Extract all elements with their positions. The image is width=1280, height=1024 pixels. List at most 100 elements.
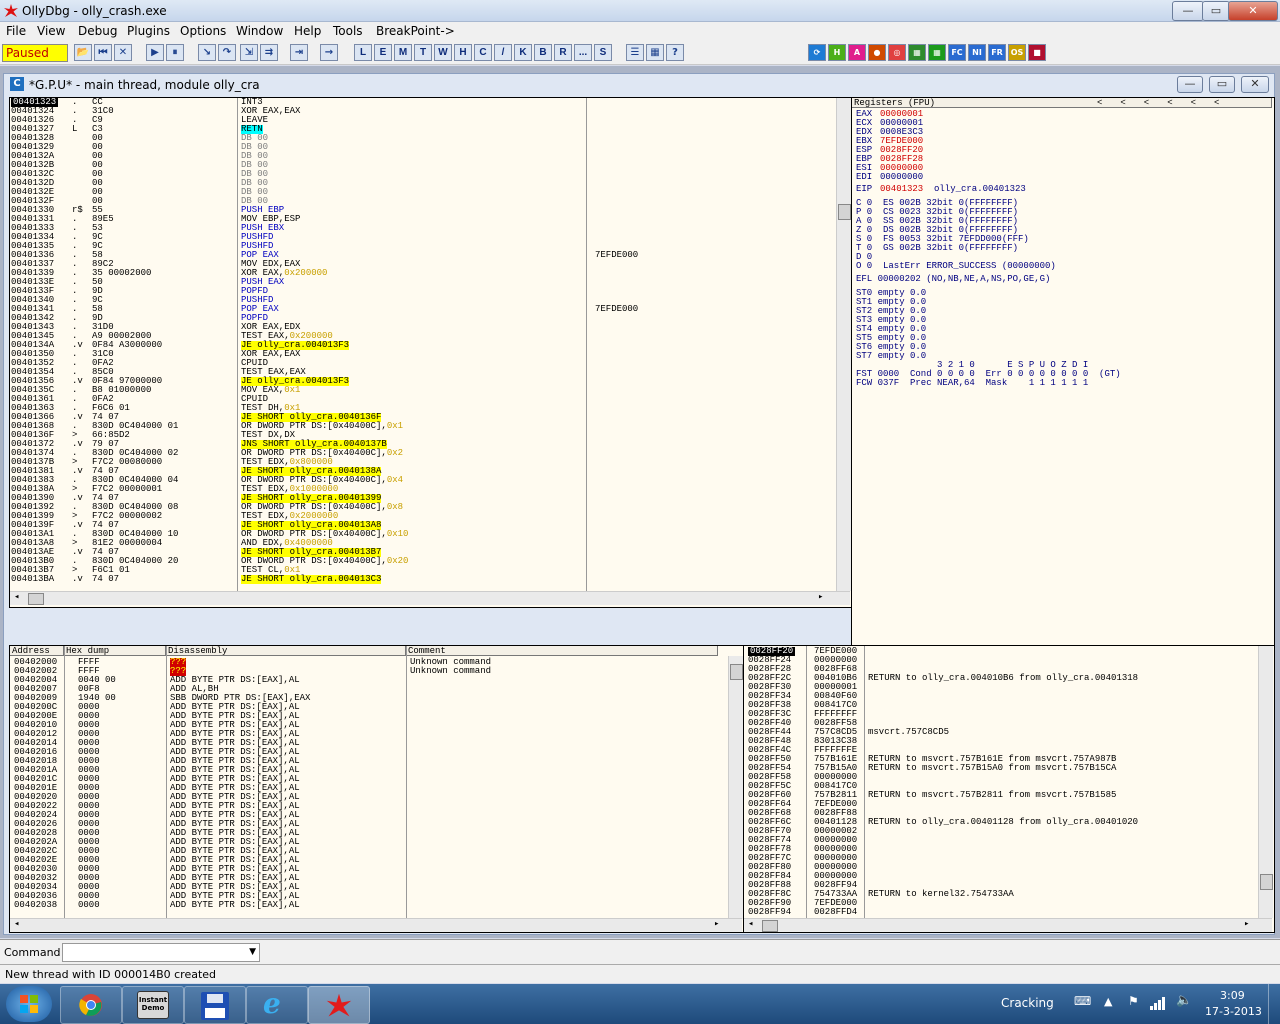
registers-nav-arrows[interactable]: <<<<<< — [1097, 98, 1237, 108]
disasm-row[interactable]: 0040132F 00 DB 00 — [10, 197, 836, 206]
show-hidden-icons-icon[interactable]: ▲ — [1104, 995, 1112, 1008]
disasm-row[interactable]: 004013A8 >81E2 00000004 AND EDX,0x4000000 — [10, 539, 836, 548]
window-button-6[interactable]: C — [474, 44, 492, 61]
disasm-row[interactable]: 00401363. F6C6 01 TEST DH,0x1 — [10, 404, 836, 413]
disasm-row[interactable]: 00401368. 830D 0C404000 01 OR DWORD PTR DS… — [10, 422, 836, 431]
execute-till-return-icon[interactable]: ⇥ — [290, 44, 308, 61]
dump-header-address[interactable]: Address — [10, 646, 64, 656]
dump-header-hex-dump[interactable]: Hex dump — [64, 646, 166, 656]
dump-row[interactable]: 0040201C 0000 ADD BYTE PTR DS:[EAX],AL — [10, 775, 726, 784]
window-button-10[interactable]: R — [554, 44, 572, 61]
disasm-row[interactable]: 00401331. 89E5 MOV EBP,ESP — [10, 215, 836, 224]
volume-icon[interactable]: 🔈 — [1176, 993, 1192, 1008]
disasm-row[interactable]: 00401352. 0FA2 CPUID — [10, 359, 836, 368]
os-icon[interactable]: OS — [1008, 44, 1026, 61]
disasm-row[interactable]: 00401350. 31C0 XOR EAX,EAX — [10, 350, 836, 359]
disasm-row[interactable]: 00401339. 35 00002000 XOR EAX,0x200000 — [10, 269, 836, 278]
dump-horizontal-scrollbar[interactable]: ◂ ▸ — [10, 918, 742, 932]
stack-pane[interactable]: 0028FF20 7EFDE000 0028FF24 00000000 0028FF28… — [743, 645, 1275, 933]
open-icon[interactable]: 📂 — [74, 44, 92, 61]
window-button-9[interactable]: B — [534, 44, 552, 61]
disasm-row[interactable]: 004013B7 > F6C1 01 TEST CL,0x1 — [10, 566, 836, 575]
menu-window[interactable]: Window — [236, 24, 283, 38]
disasm-row[interactable]: 00401342. 9D POPFD — [10, 314, 836, 323]
clock-time[interactable]: 3:09 — [1220, 989, 1245, 1002]
dump-row[interactable]: 00402020 0000 ADD BYTE PTR DS:[EAX],AL — [10, 793, 726, 802]
disasm-row[interactable]: 0040132D 00 DB 00 — [10, 179, 836, 188]
dump-row[interactable]: 00402018 0000 ADD BYTE PTR DS:[EAX],AL — [10, 757, 726, 766]
dump-row[interactable]: 00402007 00F8 ADD AL,BH — [10, 685, 726, 694]
window-button-12[interactable]: S — [594, 44, 612, 61]
disassembly-pane[interactable]: 00401323. CC INT3 00401324. 31C0 XOR EAX,EAX 0… — [9, 97, 853, 608]
window-button-11[interactable]: ... — [574, 44, 592, 61]
command-input[interactable]: ▼ — [62, 943, 260, 962]
dump-row[interactable]: 00402004 0040 00 ADD BYTE PTR DS:[EAX],AL — [10, 676, 726, 685]
disasm-row[interactable]: 0040137B > F7C2 00080000 TEST EDX,0x800000 — [10, 458, 836, 467]
window-button-7[interactable]: / — [494, 44, 512, 61]
dump-row[interactable]: 00402034 0000 ADD BYTE PTR DS:[EAX],AL — [10, 883, 726, 892]
dump-row[interactable]: 00402032 0000 ADD BYTE PTR DS:[EAX],AL — [10, 874, 726, 883]
dump-row[interactable]: 0040202C 0000 ADD BYTE PTR DS:[EAX],AL — [10, 847, 726, 856]
keyboard-icon[interactable]: ⌨ — [1074, 994, 1091, 1008]
start-button[interactable] — [6, 986, 52, 1022]
dump-row[interactable]: 00402036 0000 ADD BYTE PTR DS:[EAX],AL — [10, 892, 726, 901]
step-into-icon[interactable]: ↘ — [198, 44, 216, 61]
grid-icon[interactable]: ▦ — [908, 44, 926, 61]
net-icon[interactable]: ▦ — [928, 44, 946, 61]
disasm-row[interactable]: 00401329 00 DB 00 — [10, 143, 836, 152]
red-icon[interactable]: ■ — [1028, 44, 1046, 61]
menu-debug[interactable]: Debug — [78, 24, 117, 38]
dump-row[interactable]: 00402038 0000 ADD BYTE PTR DS:[EAX],AL — [10, 901, 726, 910]
clock-date[interactable]: 17-3-2013 — [1205, 1005, 1262, 1018]
dump-row[interactable]: 00402009 1940 00 SBB DWORD PTR DS:[EAX],EA… — [10, 694, 726, 703]
list-icon[interactable]: ☰ — [626, 44, 644, 61]
window-button-3[interactable]: T — [414, 44, 432, 61]
cpu-close-button[interactable]: ✕ — [1241, 76, 1269, 93]
dump-row[interactable]: 00402016 0000 ADD BYTE PTR DS:[EAX],AL — [10, 748, 726, 757]
disasm-row[interactable]: 00401336. 58 POP EAX 7EFDE000 — [10, 251, 836, 260]
disasm-row[interactable]: 004013BA .v 74 07 JE SHORT olly_cra.004013C… — [10, 575, 836, 584]
eip-value[interactable]: 00401323 — [880, 185, 923, 194]
disassembly-horizontal-scrollbar[interactable]: ◂ ▸ — [10, 591, 850, 605]
disasm-row[interactable]: 00401340. 9C PUSHFD — [10, 296, 836, 305]
disasm-row[interactable]: 0040132A 00 DB 00 — [10, 152, 836, 161]
close-icon[interactable]: ✕ — [114, 44, 132, 61]
dump-row[interactable]: 0040202A 0000 ADD BYTE PTR DS:[EAX],AL — [10, 838, 726, 847]
network-signal-icon[interactable] — [1150, 996, 1166, 1010]
dump-row[interactable]: 00402012 0000 ADD BYTE PTR DS:[EAX],AL — [10, 730, 726, 739]
dump-row[interactable]: 00402030 0000 ADD BYTE PTR DS:[EAX],AL — [10, 865, 726, 874]
flag-row[interactable]: O 0 LastErr ERROR_SUCCESS (00000000) — [856, 262, 1056, 271]
stack-horizontal-scrollbar[interactable]: ◂ ▸ — [744, 918, 1272, 932]
disasm-row[interactable]: 00401323. CC INT3 — [10, 98, 836, 107]
dump-vertical-scrollbar[interactable] — [728, 656, 743, 919]
disasm-row[interactable]: 0040133E. 50 PUSH EAX — [10, 278, 836, 287]
disasm-row[interactable]: 00401335. 9C PUSHFD — [10, 242, 836, 251]
maximize-button[interactable]: ▭ — [1202, 1, 1230, 21]
step-over-icon[interactable]: ↷ — [218, 44, 236, 61]
disasm-row[interactable]: 00401361. 0FA2 CPUID — [10, 395, 836, 404]
stack-row[interactable]: 0028FF94 0028FFD4 — [744, 908, 1256, 917]
show-desktop-button[interactable] — [1268, 984, 1280, 1024]
dump-row[interactable]: 00402024 0000 ADD BYTE PTR DS:[EAX],AL — [10, 811, 726, 820]
menu-plugins[interactable]: Plugins — [127, 24, 170, 38]
taskbar-ollydbg[interactable] — [308, 986, 370, 1024]
dump-pane[interactable]: Address Hex dump Disassembly Comment 004020… — [9, 645, 745, 933]
disasm-row[interactable]: 0040132C 00 DB 00 — [10, 170, 836, 179]
dump-header-comment[interactable]: Comment — [406, 646, 718, 656]
chevron-down-icon[interactable]: ▼ — [249, 947, 256, 957]
dump-row[interactable]: 00402002 FFFF??? Unknown command — [10, 667, 726, 676]
menu-options[interactable]: Options — [180, 24, 226, 38]
disasm-row[interactable]: 004013B0. 830D 0C404000 20 OR DWORD PTR DS… — [10, 557, 836, 566]
bp-icon[interactable]: ● — [868, 44, 886, 61]
dump-row[interactable]: 0040202E 0000 ADD BYTE PTR DS:[EAX],AL — [10, 856, 726, 865]
cpu-minimize-button[interactable]: — — [1177, 76, 1203, 93]
disasm-row[interactable]: 0040138A > F7C2 00000001 TEST EDX,0x1000000 — [10, 485, 836, 494]
disasm-row[interactable]: 00401334. 9C PUSHFD — [10, 233, 836, 242]
dump-row[interactable]: 00402026 0000 ADD BYTE PTR DS:[EAX],AL — [10, 820, 726, 829]
window-button-5[interactable]: H — [454, 44, 472, 61]
target-icon[interactable]: ◎ — [888, 44, 906, 61]
dump-row[interactable]: 00402014 0000 ADD BYTE PTR DS:[EAX],AL — [10, 739, 726, 748]
flag-row[interactable]: T 0 GS 002B 32bit 0(FFFFFFFF) — [856, 244, 1018, 253]
close-window-button[interactable]: ✕ — [1228, 1, 1278, 21]
refresh-icon[interactable]: ⟳ — [808, 44, 826, 61]
